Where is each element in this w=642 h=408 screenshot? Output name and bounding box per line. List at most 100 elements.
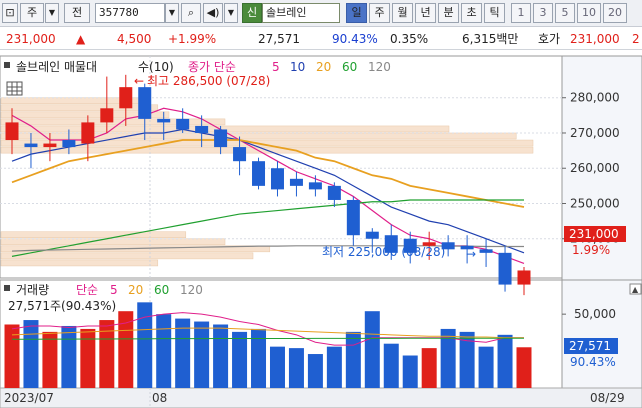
candle-body[interactable] bbox=[176, 118, 190, 130]
volume-ma-period-20: 20 bbox=[128, 283, 143, 297]
volume-bar[interactable] bbox=[326, 346, 342, 388]
volume-profile-bar bbox=[0, 252, 254, 260]
candle-body[interactable] bbox=[100, 108, 114, 123]
volume-bar[interactable] bbox=[61, 325, 77, 388]
candle-body[interactable] bbox=[119, 87, 133, 109]
chart-area[interactable]: 솔브레인 매물대 수(10) 종가 단순 5 10 20 60 120 ← 최고 286,500 … bbox=[0, 52, 642, 408]
volume-panel-title: 거래량 bbox=[16, 283, 49, 297]
volume-bar[interactable] bbox=[232, 331, 248, 388]
volume-bar[interactable] bbox=[383, 343, 399, 388]
window-menu-icon[interactable]: ⊡ bbox=[2, 3, 18, 23]
volume-bar[interactable] bbox=[4, 324, 20, 388]
interval-button-3[interactable]: 3 bbox=[533, 3, 553, 23]
interval-button-10[interactable]: 10 bbox=[577, 3, 601, 23]
current-volume-axis-label: 27,571 bbox=[569, 339, 611, 353]
period-tab-2[interactable]: 월 bbox=[392, 3, 413, 23]
candle-body[interactable] bbox=[62, 140, 76, 148]
table-icon[interactable] bbox=[6, 81, 23, 96]
volume-ma-label: 단순 bbox=[76, 283, 98, 297]
low-arrow-icon: → bbox=[466, 247, 476, 261]
volume-bar[interactable] bbox=[497, 334, 513, 388]
speaker-dropdown-icon[interactable]: ▼ bbox=[224, 3, 238, 23]
candle-body[interactable] bbox=[479, 249, 493, 253]
volume-bar[interactable] bbox=[421, 348, 437, 388]
candle-body[interactable] bbox=[43, 143, 57, 148]
period-tab-1[interactable]: 주 bbox=[369, 3, 390, 23]
period-tab-5[interactable]: 초 bbox=[461, 3, 482, 23]
volume-bar[interactable] bbox=[137, 302, 153, 388]
volume-bar[interactable] bbox=[402, 355, 418, 388]
up-arrow-icon: ▲ bbox=[76, 32, 86, 46]
volume-ma-period-120: 120 bbox=[180, 283, 203, 297]
candle-body[interactable] bbox=[308, 182, 322, 190]
candle-body[interactable] bbox=[5, 122, 19, 141]
period-tab-3[interactable]: 년 bbox=[415, 3, 436, 23]
candle-body[interactable] bbox=[327, 185, 341, 200]
volume-bar[interactable] bbox=[80, 328, 96, 388]
price-ma-period-60: 60 bbox=[342, 60, 357, 74]
period-tab-6[interactable]: 틱 bbox=[484, 3, 505, 23]
candle-body[interactable] bbox=[214, 129, 228, 148]
volume-bar[interactable] bbox=[516, 347, 532, 388]
volume-bar[interactable] bbox=[42, 331, 58, 388]
quote-bar: 231,000 ▲ 4,500 +1.99% 27,571 90.43% 0.3… bbox=[0, 28, 642, 50]
stock-code-input[interactable]: 357780 bbox=[95, 3, 165, 23]
volume-bar[interactable] bbox=[156, 314, 172, 388]
stock-name-field[interactable]: 솔브레인 bbox=[262, 3, 340, 23]
interval-button-20[interactable]: 20 bbox=[603, 3, 627, 23]
volume-current-label: 27,571주(90.43%) bbox=[8, 299, 116, 313]
scroll-arrow-glyph: ▲ bbox=[632, 285, 639, 294]
volume-bar[interactable] bbox=[213, 324, 229, 388]
candle-body[interactable] bbox=[346, 199, 360, 236]
candle-body[interactable] bbox=[81, 122, 95, 144]
candle-body[interactable] bbox=[270, 168, 284, 190]
market-select[interactable]: 주 bbox=[20, 3, 44, 23]
volume-bar[interactable] bbox=[269, 346, 285, 388]
candle-body[interactable] bbox=[289, 178, 303, 186]
high-label: 최고 286,500 (07/28) bbox=[147, 74, 270, 88]
candle-body[interactable] bbox=[233, 147, 247, 162]
volume-bar[interactable] bbox=[194, 321, 210, 388]
period-tab-4[interactable]: 분 bbox=[438, 3, 459, 23]
code-dropdown-icon[interactable]: ▼ bbox=[165, 3, 179, 23]
candle-body[interactable] bbox=[365, 231, 379, 239]
candle-body[interactable] bbox=[498, 252, 512, 285]
volume-bar[interactable] bbox=[99, 320, 115, 388]
candle-body[interactable] bbox=[24, 143, 38, 148]
candle-body[interactable] bbox=[517, 270, 531, 285]
speaker-icon[interactable]: ◀) bbox=[203, 3, 223, 23]
market-dropdown-icon[interactable]: ▼ bbox=[45, 3, 59, 23]
volume-bar[interactable] bbox=[307, 354, 323, 388]
volume-bar[interactable] bbox=[478, 346, 494, 388]
volume-ratio: 90.43% bbox=[332, 32, 378, 46]
candle-body[interactable] bbox=[157, 118, 171, 123]
volume-axis-label: 50,000 bbox=[574, 307, 616, 321]
candle-body[interactable] bbox=[195, 125, 209, 133]
price-axis-label: 250,000 bbox=[570, 196, 620, 210]
jeon-button[interactable]: 전 bbox=[64, 3, 90, 23]
price-ma-period-20: 20 bbox=[316, 60, 331, 74]
credit-badge[interactable]: 신 bbox=[242, 3, 262, 23]
hoga-price: 231,000 bbox=[570, 32, 620, 46]
trade-amount: 6,315백만 bbox=[462, 32, 519, 46]
candle-body[interactable] bbox=[138, 87, 152, 119]
period-tab-0[interactable]: 일 bbox=[346, 3, 367, 23]
current-price: 231,000 bbox=[6, 32, 56, 46]
interval-button-1[interactable]: 1 bbox=[511, 3, 531, 23]
candle-body[interactable] bbox=[252, 161, 266, 186]
volume-bar[interactable] bbox=[345, 331, 361, 388]
search-icon[interactable]: ⌕ bbox=[181, 3, 201, 23]
interval-button-5[interactable]: 5 bbox=[555, 3, 575, 23]
price-ma-period-5: 5 bbox=[272, 60, 280, 74]
volume-bar[interactable] bbox=[251, 328, 267, 388]
volume-panel-marker bbox=[4, 285, 10, 291]
volume-bar[interactable] bbox=[175, 318, 191, 388]
volume-bar[interactable] bbox=[364, 311, 380, 388]
volume-bar[interactable] bbox=[23, 320, 39, 388]
candlestick-chart[interactable]: 솔브레인 매물대 수(10) 종가 단순 5 10 20 60 120 ← 최고 286,500 … bbox=[0, 52, 642, 408]
turnover-rate: 0.35% bbox=[390, 32, 429, 46]
price-ma-period-10: 10 bbox=[290, 60, 305, 74]
volume-profile-bar bbox=[0, 132, 517, 140]
volume-bar[interactable] bbox=[288, 348, 304, 388]
low-label: 최저 225,000 (08/28) bbox=[322, 245, 445, 259]
